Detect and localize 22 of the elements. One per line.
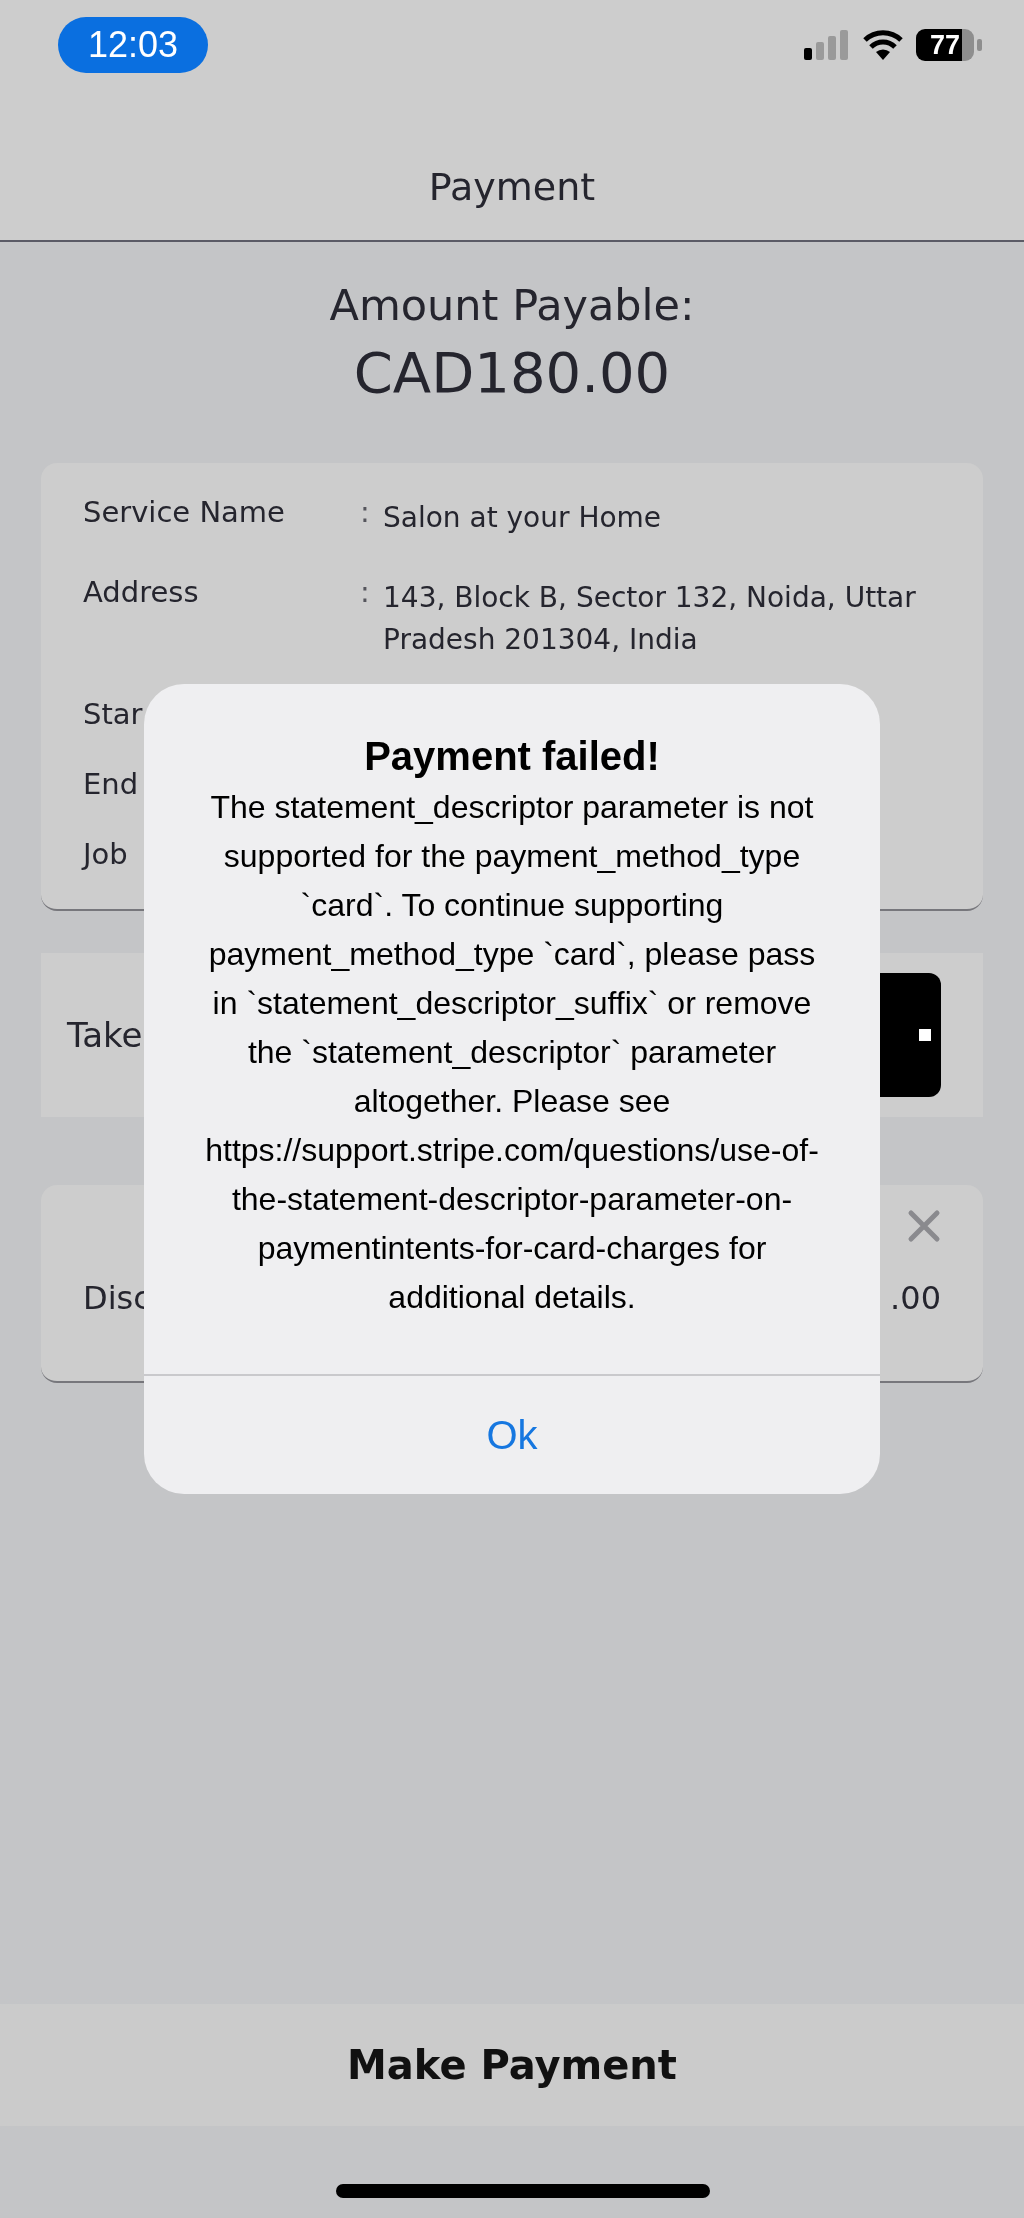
discount-value: .00 [890, 1279, 941, 1317]
detail-label: Service Name [83, 495, 285, 529]
status-time: 12:03 [58, 17, 208, 73]
make-payment-button[interactable]: Make Payment [0, 2004, 1024, 2126]
wifi-icon [862, 30, 904, 60]
page-title: Payment [427, 164, 597, 211]
detail-label: Address [83, 575, 199, 609]
detail-label: Star [83, 697, 143, 731]
detail-value: Salon at your Home [383, 500, 662, 536]
dialog-message: The statement_descriptor parameter is not supported for the payment_method_type `card`. To continue supporting payment_method_type `card`, please pass in `statement_descriptor_suffix` or remove the `statement_descriptor` parameter altogether. Please see https://support.stripe.com/questions/use-of-the-statement-descriptor-parameter-on-paymentintents-for-card-charges for additional details. [204, 788, 820, 1317]
colon: : [360, 495, 370, 529]
ok-button[interactable]: Ok [144, 1374, 880, 1494]
amount-value: CAD180.00 [353, 340, 671, 405]
add-button[interactable] [879, 973, 941, 1097]
amount-label: Amount Payable: [329, 280, 695, 330]
tip-label: Take [67, 1015, 143, 1055]
dialog-title: Payment failed! [363, 733, 661, 779]
detail-label: Job [83, 837, 128, 871]
colon: : [360, 575, 370, 609]
signal-icon [804, 30, 850, 60]
detail-label: End [83, 767, 139, 801]
detail-value: 143, Block B, Sector 132, Noida, Uttar Pradesh 201304, India [383, 580, 917, 658]
